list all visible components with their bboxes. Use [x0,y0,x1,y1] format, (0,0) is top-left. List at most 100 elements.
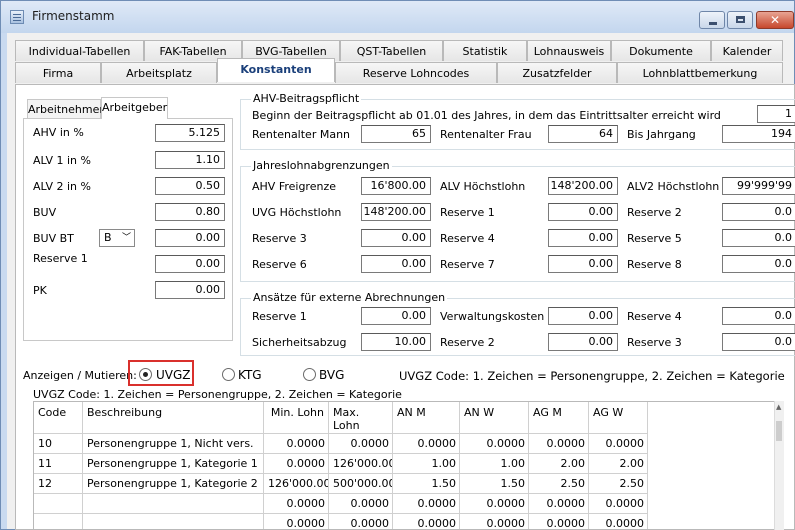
buv-bt-field[interactable]: 0.00 [155,229,225,247]
tab-dokumente[interactable]: Dokumente [611,40,711,61]
alv2-hoechstlohn-field[interactable]: 99'999'99 [722,177,795,195]
tab-lohnblattbemerkung[interactable]: Lohnblattbemerkung [617,62,783,83]
alv2-field[interactable]: 0.50 [155,177,225,195]
tab-qst-tabellen[interactable]: QST-Tabellen [340,40,443,61]
table-cell[interactable]: 126'000.00 [329,454,393,474]
table-cell[interactable]: 0.0000 [329,514,393,529]
radio-bvg-label[interactable]: BVG [319,368,344,382]
grid-scrollbar[interactable]: ▲ [774,401,784,530]
radio-bvg[interactable] [303,368,316,381]
jahres-reserve5-field[interactable]: 0.0 [722,229,795,247]
col-an-m[interactable]: AN M [393,402,460,433]
jahres-reserve4-field[interactable]: 0.00 [548,229,618,247]
table-cell[interactable]: 0.0000 [529,514,589,529]
table-cell[interactable]: 0.0000 [264,494,329,514]
tab-statistik[interactable]: Statistik [443,40,527,61]
col-beschreibung[interactable]: Beschreibung [83,402,264,433]
subtab-arbeitgeber[interactable]: Arbeitgeber [101,97,168,119]
tab-reserve-lohncodes[interactable]: Reserve Lohncodes [335,62,497,83]
table-cell[interactable]: 2.50 [529,474,589,494]
jahres-reserve3-field[interactable]: 0.00 [361,229,431,247]
table-cell[interactable]: 0.0000 [393,514,460,529]
alv-hoechstlohn-field[interactable]: 148'200.00 [548,177,618,195]
scroll-up-icon[interactable]: ▲ [776,403,781,411]
rentenalter-mann-field[interactable]: 65 [361,125,431,143]
radio-ktg-label[interactable]: KTG [238,368,262,382]
jahres-reserve1-field[interactable]: 0.00 [548,203,618,221]
table-cell[interactable] [83,494,264,514]
minimize-button[interactable] [699,11,725,29]
table-cell[interactable]: 0.0000 [529,434,589,454]
uvg-hoechstlohn-field[interactable]: 148'200.00 [361,203,431,221]
table-cell[interactable]: Personengruppe 1, Kategorie 2 [83,474,264,494]
buv-field[interactable]: 0.80 [155,203,225,221]
jahres-reserve2-field[interactable]: 0.0 [722,203,795,221]
table-cell[interactable]: 0.0000 [329,494,393,514]
table-cell[interactable]: 0.0000 [589,494,648,514]
table-cell[interactable]: 11 [34,454,83,474]
table-cell[interactable]: 2.50 [589,474,648,494]
tab-kalender[interactable]: Kalender [711,40,783,61]
col-ag-m[interactable]: AG M [529,402,589,433]
table-cell[interactable]: 12 [34,474,83,494]
table-cell[interactable]: 0.0000 [529,494,589,514]
table-cell[interactable]: 1.50 [393,474,460,494]
table-cell[interactable] [34,494,83,514]
ansaetze-reserve4-field[interactable]: 0.0 [722,307,795,325]
table-cell[interactable]: 500'000.00 [329,474,393,494]
title-bar[interactable]: Firmenstamm ✕ [1,1,794,33]
table-cell[interactable]: 0.0000 [460,514,529,529]
ahv-field[interactable]: 5.125 [155,124,225,142]
uvgz-grid[interactable]: Code Beschreibung Min. Lohn Max. Lohn AN… [33,401,784,530]
table-cell[interactable]: 1.50 [460,474,529,494]
radio-ktg[interactable] [222,368,235,381]
tab-arbeitsplatz[interactable]: Arbeitsplatz [101,62,217,83]
table-cell[interactable]: 0.0000 [264,454,329,474]
table-cell[interactable]: 0.0000 [393,494,460,514]
maximize-button[interactable] [727,11,753,29]
table-cell[interactable]: 0.0000 [589,434,648,454]
table-cell[interactable]: 10 [34,434,83,454]
col-code[interactable]: Code [34,402,83,433]
jahres-reserve8-field[interactable]: 0.0 [722,255,795,273]
table-cell[interactable] [83,514,264,529]
col-max-lohn[interactable]: Max. Lohn [329,402,393,433]
table-cell[interactable]: Personengruppe 1, Nicht vers. [83,434,264,454]
reserve1-left-field[interactable]: 0.00 [155,255,225,273]
table-cell[interactable]: 0.0000 [460,434,529,454]
ansaetze-reserve3-field[interactable]: 0.0 [722,333,795,351]
table-cell[interactable]: 1.00 [460,454,529,474]
rentenalter-frau-field[interactable]: 64 [548,125,618,143]
ansaetze-reserve2-field[interactable]: 0.00 [548,333,618,351]
table-cell[interactable]: 0.0000 [589,514,648,529]
buv-bt-select[interactable]: B ﹀ [99,229,135,247]
table-cell[interactable]: 0.0000 [393,434,460,454]
radio-uvgz[interactable] [139,368,152,381]
table-cell[interactable]: 2.00 [529,454,589,474]
bis-jahrgang-field[interactable]: 194 [722,125,795,143]
table-cell[interactable]: 0.0000 [329,434,393,454]
table-cell[interactable] [34,514,83,529]
sicherheitsabzug-field[interactable]: 10.00 [361,333,431,351]
alv1-field[interactable]: 1.10 [155,151,225,169]
table-cell[interactable]: Personengruppe 1, Kategorie 1 [83,454,264,474]
tab-lohnausweis[interactable]: Lohnausweis [527,40,611,61]
tab-individual-tabellen[interactable]: Individual-Tabellen [15,40,144,61]
jahres-reserve7-field[interactable]: 0.00 [548,255,618,273]
subtab-arbeitnehmer[interactable]: Arbeitnehmer [27,99,104,119]
col-an-w[interactable]: AN W [460,402,529,433]
radio-uvgz-label[interactable]: UVGZ [156,368,191,382]
close-button[interactable]: ✕ [756,11,794,29]
ansaetze-reserve1-field[interactable]: 0.00 [361,307,431,325]
table-cell[interactable]: 0.0000 [264,514,329,529]
table-cell[interactable]: 0.0000 [460,494,529,514]
table-cell[interactable]: 1.00 [393,454,460,474]
scroll-thumb[interactable] [776,421,782,441]
jahres-reserve6-field[interactable]: 0.00 [361,255,431,273]
col-ag-w[interactable]: AG W [589,402,648,433]
ahv-freigrenze-field[interactable]: 16'800.00 [361,177,431,195]
beitragspflicht-field[interactable]: 1 [757,105,795,123]
tab-firma[interactable]: Firma [15,62,101,83]
table-cell[interactable]: 0.0000 [264,434,329,454]
col-min-lohn[interactable]: Min. Lohn [264,402,329,433]
